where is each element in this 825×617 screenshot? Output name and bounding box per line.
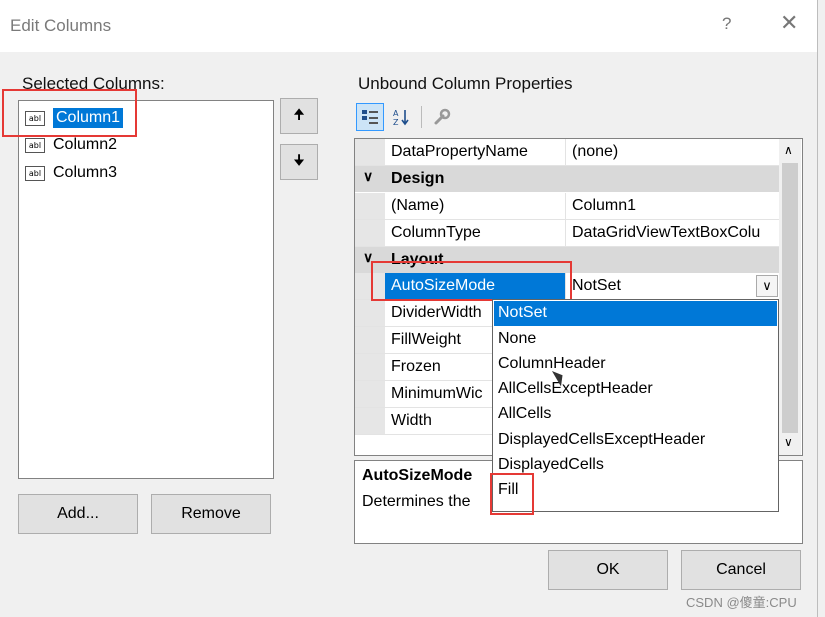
category-design[interactable]: ∨ Design <box>355 166 779 192</box>
property-name: Width <box>391 412 432 429</box>
description-text: Determines the <box>362 493 471 510</box>
dropdown-option[interactable]: NotSet <box>494 301 777 326</box>
list-item-label: Column3 <box>53 164 118 181</box>
property-value: DataGridViewTextBoxColu <box>572 224 761 241</box>
selected-columns-list[interactable]: abl Column1 abl Column2 abl Column3 <box>18 100 274 479</box>
property-name: MinimumWic <box>391 385 483 402</box>
remove-button[interactable]: Remove <box>151 494 271 534</box>
edit-columns-dialog: Edit Columns ? ✕ Selected Columns: abl C… <box>0 0 818 617</box>
highlight-box <box>2 89 137 137</box>
property-name: ColumnType <box>391 224 481 241</box>
property-value: (none) <box>572 143 619 160</box>
list-item-column3[interactable]: abl Column3 <box>25 161 117 185</box>
dropdown-arrow-icon[interactable]: ∨ <box>756 275 778 297</box>
textbox-column-icon: abl <box>25 165 45 181</box>
categorized-icon[interactable] <box>356 103 384 131</box>
dropdown-option[interactable]: Fill <box>494 478 777 503</box>
textbox-column-icon: abl <box>25 137 45 153</box>
property-value: NotSet <box>572 277 621 294</box>
property-name: (Name) <box>391 197 445 214</box>
dropdown-option[interactable]: DisplayedCells <box>494 453 777 478</box>
property-row-columntype[interactable]: ColumnType DataGridViewTextBoxColu <box>355 220 779 247</box>
property-name: FillWeight <box>391 331 461 348</box>
autosizemode-dropdown[interactable]: NotSet None ColumnHeader AllCellsExceptH… <box>492 299 779 512</box>
alphabetical-icon[interactable]: AZ <box>388 104 414 130</box>
dropdown-option[interactable]: ColumnHeader <box>494 352 777 377</box>
toolbar-separator <box>421 106 422 128</box>
properties-label: Unbound Column Properties <box>358 74 573 93</box>
cancel-button[interactable]: Cancel <box>681 550 801 590</box>
property-row-datapropertyname[interactable]: DataPropertyName (none) <box>355 139 779 166</box>
property-name: Frozen <box>391 358 441 375</box>
highlight-box <box>371 261 572 301</box>
category-label: Design <box>391 170 445 187</box>
ok-button[interactable]: OK <box>548 550 668 590</box>
property-grid-scrollbar[interactable]: ∧ ∨ <box>779 139 801 455</box>
window-title: Edit Columns <box>10 16 112 35</box>
property-value: Column1 <box>572 197 637 214</box>
dropdown-option[interactable]: None <box>494 327 777 352</box>
watermark: CSDN @傻童:CPU <box>686 595 797 610</box>
close-icon[interactable]: ✕ <box>780 10 798 36</box>
description-title: AutoSizeMode <box>362 467 473 484</box>
svg-text:A: A <box>393 109 399 118</box>
wrench-icon[interactable] <box>429 104 455 130</box>
move-up-button[interactable]: 🠉 <box>280 98 318 134</box>
dropdown-option[interactable]: DisplayedCellsExceptHeader <box>494 428 777 453</box>
svg-text:Z: Z <box>393 118 399 126</box>
dropdown-option[interactable]: AllCellsExceptHeader <box>494 377 777 402</box>
list-item-label: Column2 <box>53 136 118 153</box>
property-name: DataPropertyName <box>391 143 528 160</box>
arrow-down-icon: 🠋 <box>293 153 305 169</box>
arrow-up-icon: 🠉 <box>293 107 305 123</box>
chevron-down-icon[interactable]: ∨ <box>363 168 373 185</box>
help-icon[interactable]: ? <box>722 14 731 34</box>
dropdown-option[interactable]: AllCells <box>494 402 777 427</box>
property-row-name[interactable]: (Name) Column1 <box>355 193 779 220</box>
move-down-button[interactable]: 🠋 <box>280 144 318 180</box>
scroll-up-icon[interactable]: ∧ <box>784 143 793 157</box>
title-bar: Edit Columns ? ✕ <box>0 0 817 52</box>
property-name: DividerWidth <box>391 304 482 321</box>
scroll-down-icon[interactable]: ∨ <box>784 435 793 449</box>
property-toolbar: AZ <box>356 102 455 132</box>
highlight-box <box>490 473 534 515</box>
scrollbar-thumb[interactable] <box>782 163 798 433</box>
add-button[interactable]: Add... <box>18 494 138 534</box>
